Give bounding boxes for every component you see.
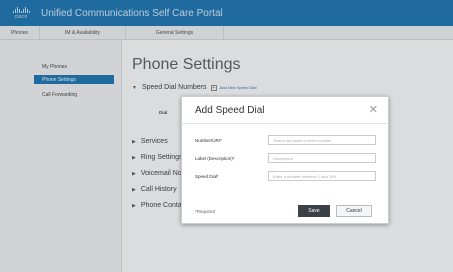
speed-dial-label: Speed Dial* (195, 174, 219, 179)
label-description-label: Label (Description)* (195, 156, 235, 161)
speed-dial-input[interactable] (268, 171, 376, 181)
number-uri-input[interactable] (268, 135, 376, 145)
add-speed-dial-dialog: Add Speed Dial ✕ Number/URI* Label (Desc… (181, 96, 389, 224)
cancel-button[interactable]: Cancel (336, 205, 372, 217)
close-icon[interactable]: ✕ (369, 103, 378, 116)
dialog-divider (182, 123, 388, 124)
dialog-title: Add Speed Dial (195, 105, 265, 116)
label-description-input[interactable] (268, 153, 376, 163)
number-uri-label: Number/URI* (195, 138, 222, 143)
required-note: *Required (195, 209, 216, 214)
save-button[interactable]: Save (298, 205, 330, 217)
